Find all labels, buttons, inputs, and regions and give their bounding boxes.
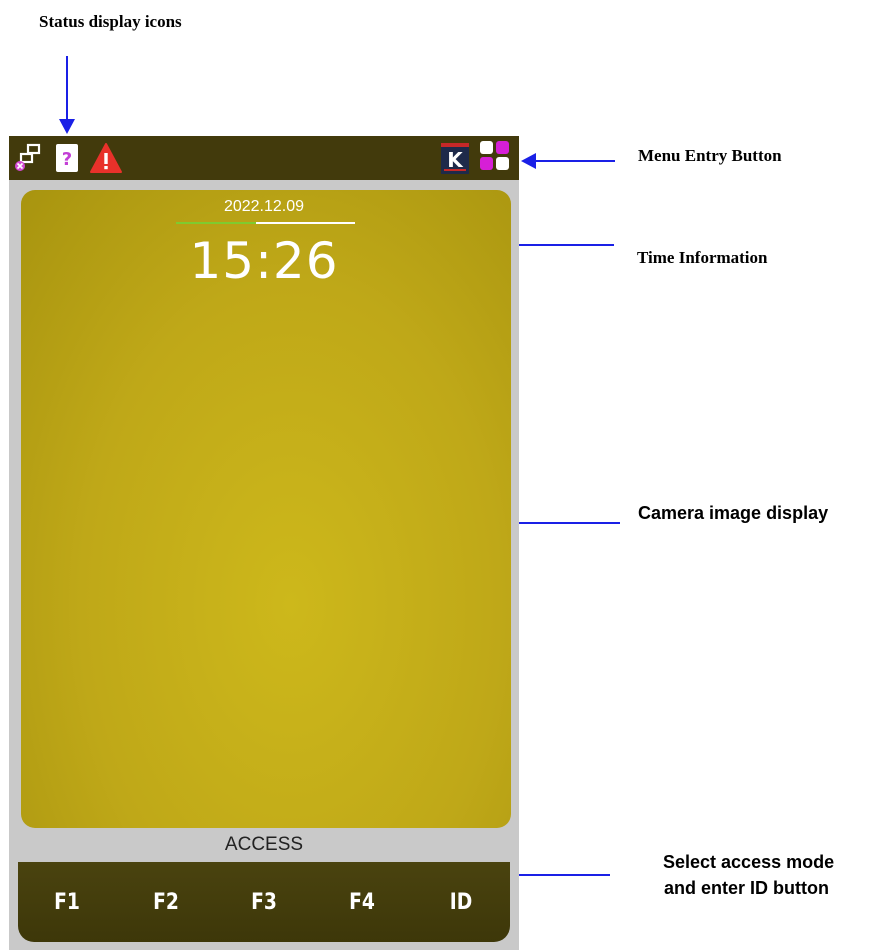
camera-display-annotation: Camera image display [638, 503, 829, 523]
date-underline [256, 222, 355, 224]
svg-text:K: K [447, 148, 464, 172]
warning-icon[interactable] [89, 142, 123, 179]
device-screen: ? K 2022.12.09 15:26 ACCESS F1 F2 F3 F4 … [9, 136, 519, 950]
f3-button[interactable]: F3 [238, 890, 289, 915]
select-mode-annotation-line1: Select access mode [663, 852, 835, 872]
f1-button[interactable]: F1 [42, 890, 93, 915]
time-info-annotation: Time Information [637, 248, 768, 267]
k-logo: K [441, 143, 469, 179]
status-bar: ? K [9, 136, 519, 180]
date-underline-progress [176, 222, 256, 224]
status-icons-annotation: Status display icons [39, 12, 182, 31]
help-question-icon[interactable]: ? [56, 144, 78, 177]
network-disconnected-icon [12, 141, 46, 180]
menu-grid-icon[interactable] [479, 140, 511, 177]
id-button[interactable]: ID [435, 890, 486, 915]
menu-entry-annotation: Menu Entry Button [638, 146, 782, 165]
time-display: 15:26 [189, 232, 339, 290]
access-mode-label: ACCESS [224, 834, 304, 855]
function-button-bar: F1 F2 F3 F4 ID [18, 862, 510, 942]
svg-text:?: ? [62, 149, 72, 170]
select-mode-annotation-line2: and enter ID button [664, 878, 829, 898]
date-display: 2022.12.09 [223, 198, 305, 215]
f2-button[interactable]: F2 [140, 890, 191, 915]
f4-button[interactable]: F4 [337, 890, 388, 915]
